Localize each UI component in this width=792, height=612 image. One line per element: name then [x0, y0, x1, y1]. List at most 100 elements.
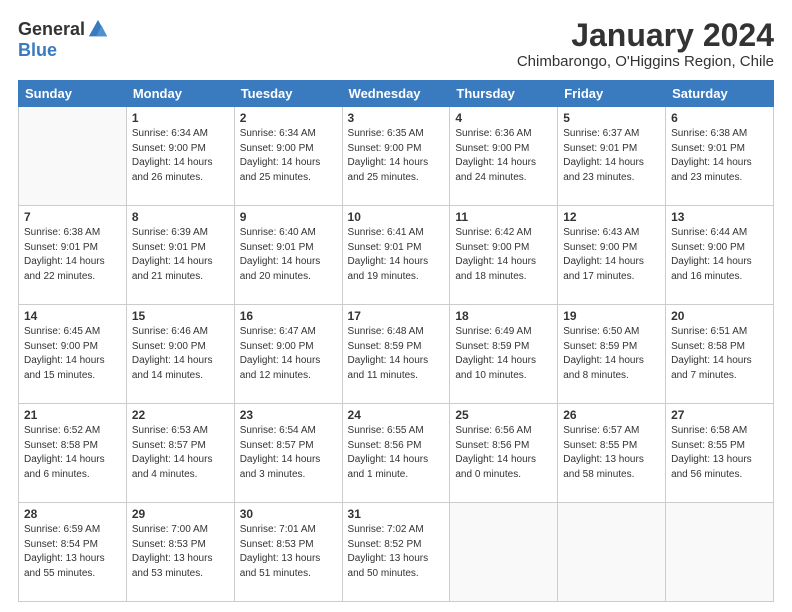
table-cell: 1 Sunrise: 6:34 AM Sunset: 9:00 PM Daylig…: [126, 107, 234, 206]
main-title: January 2024: [517, 18, 774, 53]
day-number: 23: [240, 408, 337, 422]
day-info: Sunrise: 6:48 AM Sunset: 8:59 PM Dayligh…: [348, 325, 445, 383]
day-info: Sunrise: 6:42 AM Sunset: 9:00 PM Dayligh…: [455, 226, 552, 284]
col-wednesday: Wednesday: [342, 81, 450, 107]
day-info: Sunrise: 6:57 AM Sunset: 8:55 PM Dayligh…: [563, 424, 660, 482]
day-info: Sunrise: 6:39 AM Sunset: 9:01 PM Dayligh…: [132, 226, 229, 284]
day-info: Sunrise: 6:58 AM Sunset: 8:55 PM Dayligh…: [671, 424, 768, 482]
table-cell: [666, 503, 774, 602]
subtitle: Chimbarongo, O'Higgins Region, Chile: [517, 53, 774, 70]
logo-blue: Blue: [18, 40, 57, 61]
day-number: 31: [348, 507, 445, 521]
day-number: 13: [671, 210, 768, 224]
logo-general: General: [18, 19, 85, 40]
day-number: 4: [455, 111, 552, 125]
day-info: Sunrise: 6:44 AM Sunset: 9:00 PM Dayligh…: [671, 226, 768, 284]
day-info: Sunrise: 6:54 AM Sunset: 8:57 PM Dayligh…: [240, 424, 337, 482]
table-cell: 15 Sunrise: 6:46 AM Sunset: 9:00 PM Dayli…: [126, 305, 234, 404]
day-number: 20: [671, 309, 768, 323]
page: General Blue January 2024 Chimbarongo, O…: [0, 0, 792, 612]
table-cell: 16 Sunrise: 6:47 AM Sunset: 9:00 PM Dayli…: [234, 305, 342, 404]
day-info: Sunrise: 7:02 AM Sunset: 8:52 PM Dayligh…: [348, 523, 445, 581]
day-number: 14: [24, 309, 121, 323]
col-thursday: Thursday: [450, 81, 558, 107]
table-cell: 27 Sunrise: 6:58 AM Sunset: 8:55 PM Dayli…: [666, 404, 774, 503]
table-cell: 20 Sunrise: 6:51 AM Sunset: 8:58 PM Dayli…: [666, 305, 774, 404]
day-number: 12: [563, 210, 660, 224]
table-cell: [19, 107, 127, 206]
day-info: Sunrise: 6:49 AM Sunset: 8:59 PM Dayligh…: [455, 325, 552, 383]
day-info: Sunrise: 6:53 AM Sunset: 8:57 PM Dayligh…: [132, 424, 229, 482]
table-cell: 21 Sunrise: 6:52 AM Sunset: 8:58 PM Dayli…: [19, 404, 127, 503]
day-info: Sunrise: 6:59 AM Sunset: 8:54 PM Dayligh…: [24, 523, 121, 581]
day-number: 1: [132, 111, 229, 125]
day-info: Sunrise: 6:51 AM Sunset: 8:58 PM Dayligh…: [671, 325, 768, 383]
col-tuesday: Tuesday: [234, 81, 342, 107]
logo-icon: [87, 18, 109, 40]
day-number: 5: [563, 111, 660, 125]
col-monday: Monday: [126, 81, 234, 107]
day-number: 19: [563, 309, 660, 323]
col-sunday: Sunday: [19, 81, 127, 107]
col-friday: Friday: [558, 81, 666, 107]
table-cell: 3 Sunrise: 6:35 AM Sunset: 9:00 PM Daylig…: [342, 107, 450, 206]
day-number: 27: [671, 408, 768, 422]
week-row-3: 14Sunrise: 6:45 AM Sunset: 9:00 PM Dayli…: [19, 305, 774, 404]
table-cell: 4 Sunrise: 6:36 AM Sunset: 9:00 PM Daylig…: [450, 107, 558, 206]
week-row-1: 1 Sunrise: 6:34 AM Sunset: 9:00 PM Daylig…: [19, 107, 774, 206]
day-number: 28: [24, 507, 121, 521]
day-info: Sunrise: 6:38 AM Sunset: 9:01 PM Dayligh…: [24, 226, 121, 284]
calendar-table: Sunday Monday Tuesday Wednesday Thursday…: [18, 80, 774, 602]
table-cell: 23 Sunrise: 6:54 AM Sunset: 8:57 PM Dayli…: [234, 404, 342, 503]
day-info: Sunrise: 6:34 AM Sunset: 9:00 PM Dayligh…: [132, 127, 229, 185]
day-number: 24: [348, 408, 445, 422]
table-cell: 25Sunrise: 6:56 AM Sunset: 8:56 PM Dayli…: [450, 404, 558, 503]
day-number: 26: [563, 408, 660, 422]
day-number: 11: [455, 210, 552, 224]
table-cell: 22 Sunrise: 6:53 AM Sunset: 8:57 PM Dayli…: [126, 404, 234, 503]
table-cell: 8Sunrise: 6:39 AM Sunset: 9:01 PM Daylig…: [126, 206, 234, 305]
table-cell: 24 Sunrise: 6:55 AM Sunset: 8:56 PM Dayli…: [342, 404, 450, 503]
table-cell: 11 Sunrise: 6:42 AM Sunset: 9:00 PM Dayli…: [450, 206, 558, 305]
day-number: 7: [24, 210, 121, 224]
day-info: Sunrise: 6:41 AM Sunset: 9:01 PM Dayligh…: [348, 226, 445, 284]
day-info: Sunrise: 6:43 AM Sunset: 9:00 PM Dayligh…: [563, 226, 660, 284]
table-cell: [558, 503, 666, 602]
day-number: 15: [132, 309, 229, 323]
week-row-4: 21 Sunrise: 6:52 AM Sunset: 8:58 PM Dayli…: [19, 404, 774, 503]
day-info: Sunrise: 6:40 AM Sunset: 9:01 PM Dayligh…: [240, 226, 337, 284]
table-cell: 17 Sunrise: 6:48 AM Sunset: 8:59 PM Dayli…: [342, 305, 450, 404]
day-number: 30: [240, 507, 337, 521]
day-number: 2: [240, 111, 337, 125]
day-number: 22: [132, 408, 229, 422]
table-cell: 2 Sunrise: 6:34 AM Sunset: 9:00 PM Daylig…: [234, 107, 342, 206]
day-info: Sunrise: 6:36 AM Sunset: 9:00 PM Dayligh…: [455, 127, 552, 185]
table-cell: 7 Sunrise: 6:38 AM Sunset: 9:01 PM Daylig…: [19, 206, 127, 305]
table-cell: 26 Sunrise: 6:57 AM Sunset: 8:55 PM Dayli…: [558, 404, 666, 503]
day-info: Sunrise: 6:46 AM Sunset: 9:00 PM Dayligh…: [132, 325, 229, 383]
title-block: January 2024 Chimbarongo, O'Higgins Regi…: [517, 18, 774, 70]
table-cell: 10 Sunrise: 6:41 AM Sunset: 9:01 PM Dayli…: [342, 206, 450, 305]
day-number: 16: [240, 309, 337, 323]
day-info: Sunrise: 7:01 AM Sunset: 8:53 PM Dayligh…: [240, 523, 337, 581]
table-cell: 6Sunrise: 6:38 AM Sunset: 9:01 PM Daylig…: [666, 107, 774, 206]
day-number: 21: [24, 408, 121, 422]
table-cell: 12 Sunrise: 6:43 AM Sunset: 9:00 PM Dayli…: [558, 206, 666, 305]
table-cell: 13 Sunrise: 6:44 AM Sunset: 9:00 PM Dayli…: [666, 206, 774, 305]
day-info: Sunrise: 6:47 AM Sunset: 9:00 PM Dayligh…: [240, 325, 337, 383]
day-number: 17: [348, 309, 445, 323]
day-info: Sunrise: 6:52 AM Sunset: 8:58 PM Dayligh…: [24, 424, 121, 482]
table-cell: 18Sunrise: 6:49 AM Sunset: 8:59 PM Dayli…: [450, 305, 558, 404]
day-info: Sunrise: 6:37 AM Sunset: 9:01 PM Dayligh…: [563, 127, 660, 185]
table-cell: 30 Sunrise: 7:01 AM Sunset: 8:53 PM Dayli…: [234, 503, 342, 602]
day-info: Sunrise: 6:35 AM Sunset: 9:00 PM Dayligh…: [348, 127, 445, 185]
day-number: 10: [348, 210, 445, 224]
week-row-5: 28 Sunrise: 6:59 AM Sunset: 8:54 PM Dayli…: [19, 503, 774, 602]
day-info: Sunrise: 6:55 AM Sunset: 8:56 PM Dayligh…: [348, 424, 445, 482]
day-info: Sunrise: 6:34 AM Sunset: 9:00 PM Dayligh…: [240, 127, 337, 185]
table-cell: 29Sunrise: 7:00 AM Sunset: 8:53 PM Dayli…: [126, 503, 234, 602]
table-cell: [450, 503, 558, 602]
day-number: 25: [455, 408, 552, 422]
day-number: 3: [348, 111, 445, 125]
logo: General Blue: [18, 18, 109, 61]
